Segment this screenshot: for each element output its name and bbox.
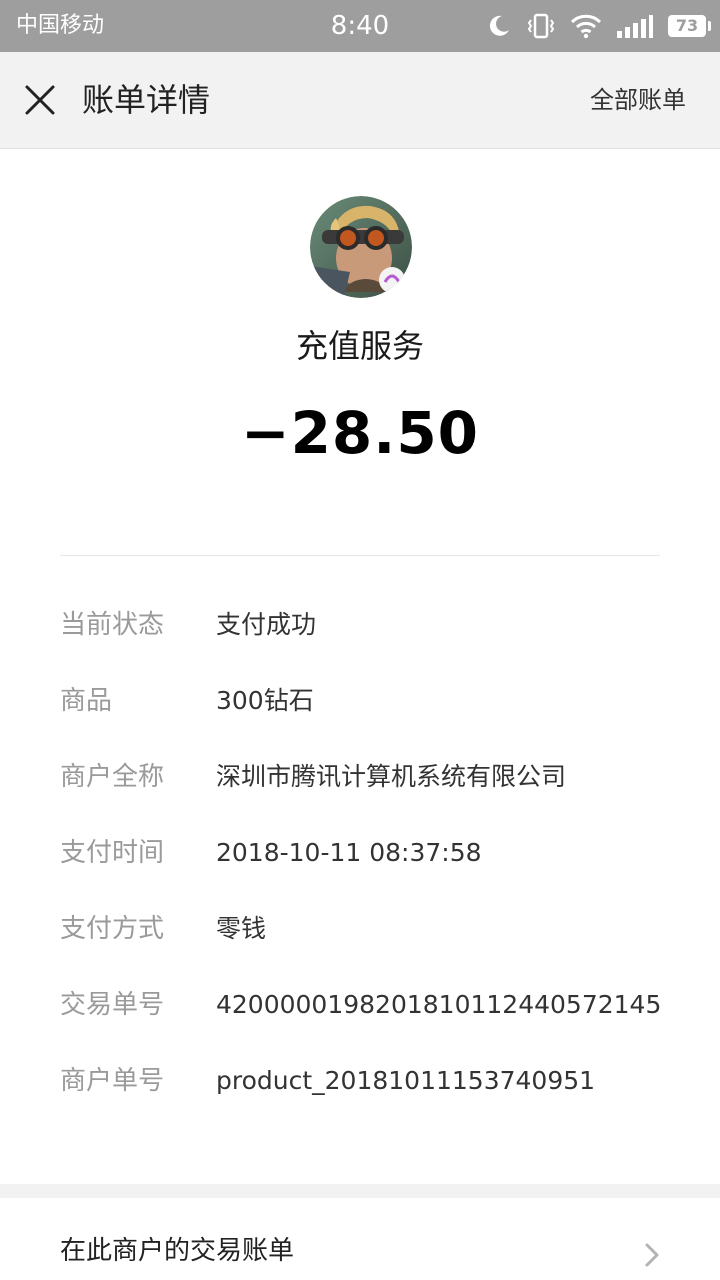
detail-value: product_20181011153740951 <box>216 1066 596 1095</box>
detail-value: 300钻石 <box>216 686 314 715</box>
merchant-bills-link[interactable]: 在此商户的交易账单 <box>0 1198 720 1280</box>
detail-label: 商户全称 <box>60 762 165 792</box>
chevron-right-icon <box>642 1242 662 1268</box>
detail-value: 2018-10-11 08:37:58 <box>216 838 482 867</box>
section-separator <box>0 1184 720 1198</box>
detail-label: 当前状态 <box>60 610 165 640</box>
detail-label: 商品 <box>60 686 113 716</box>
battery-icon: 73 <box>668 15 711 37</box>
status-icons: 73 <box>486 10 711 42</box>
detail-value: 支付成功 <box>216 610 317 639</box>
signal-icon <box>616 13 654 39</box>
detail-label: 商户单号 <box>60 1066 165 1096</box>
detail-row-transaction-id: 交易单号 4200000198201810112440572145 <box>60 974 680 1050</box>
detail-label: 支付时间 <box>60 838 165 868</box>
detail-label: 交易单号 <box>60 990 165 1020</box>
vibrate-icon <box>526 12 556 40</box>
navbar: 账单详情 全部账单 <box>0 52 720 149</box>
divider <box>60 555 660 556</box>
detail-value: 4200000198201810112440572145 <box>216 990 662 1019</box>
wifi-icon <box>570 13 602 39</box>
detail-row-product: 商品 300钻石 <box>60 670 680 746</box>
status-bar: 中国移动 8:40 73 <box>0 0 720 52</box>
close-icon[interactable] <box>22 82 58 118</box>
detail-row-merchant-order-id: 商户单号 product_20181011153740951 <box>60 1050 680 1126</box>
details-list: 当前状态 支付成功 商品 300钻石 商户全称 深圳市腾讯计算机系统有限公司 支… <box>60 594 680 1126</box>
transaction-amount: −28.50 <box>240 399 480 467</box>
page-title: 账单详情 <box>82 81 211 119</box>
detail-row-status: 当前状态 支付成功 <box>60 594 680 670</box>
moon-icon <box>486 13 512 39</box>
merchant-bills-label: 在此商户的交易账单 <box>60 1236 295 1266</box>
detail-row-payment-time: 支付时间 2018-10-11 08:37:58 <box>60 822 680 898</box>
detail-value: 深圳市腾讯计算机系统有限公司 <box>216 762 567 791</box>
detail-value: 零钱 <box>216 914 267 943</box>
detail-label: 支付方式 <box>60 914 165 944</box>
merchant-name: 充值服务 <box>295 327 424 365</box>
detail-row-merchant-full-name: 商户全称 深圳市腾讯计算机系统有限公司 <box>60 746 680 822</box>
all-bills-button[interactable]: 全部账单 <box>590 85 686 115</box>
merchant-avatar <box>310 196 412 298</box>
detail-row-payment-method: 支付方式 零钱 <box>60 898 680 974</box>
